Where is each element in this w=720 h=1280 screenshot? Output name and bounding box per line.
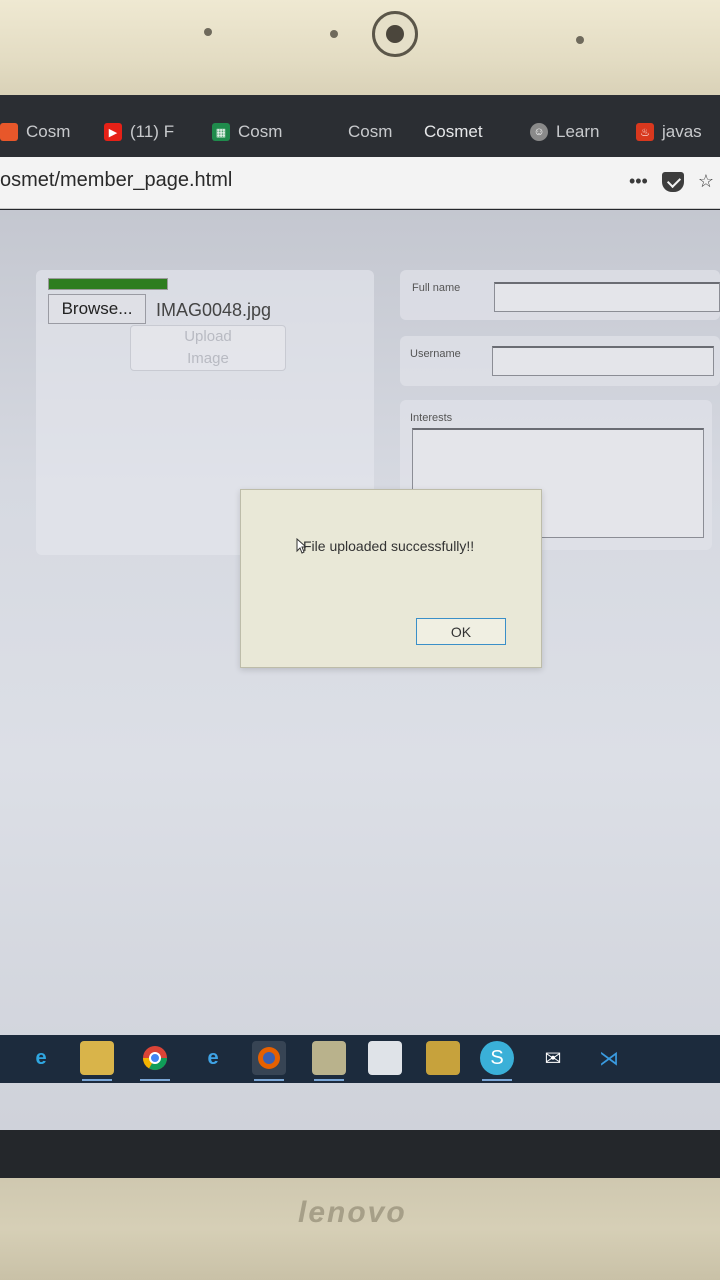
alert-dialog: File uploaded successfully!! OK [240,489,542,668]
brand-logo: lenovo [298,1196,407,1229]
internet-explorer-icon[interactable]: e [196,1041,230,1075]
upload-label-line2: Image [187,350,229,367]
tab-cosmet-sheet[interactable]: ▦ Cosm [212,117,286,147]
tab-label: Learn [556,122,600,141]
ok-button[interactable]: OK [416,618,506,645]
browser-tab-bar: Cosm ▶ (11) F ▦ Cosm Cosm Cosmet ☺ Learn… [0,95,720,157]
interests-label: Interests [410,412,453,424]
alert-message: File uploaded successfully!! [303,538,475,554]
java-icon: ♨ [636,123,654,141]
laptop-bezel-top [0,0,720,100]
laptop-bezel-bottom: lenovo [0,1178,720,1280]
edge-icon[interactable]: e [24,1041,58,1075]
fullname-input[interactable] [494,282,720,312]
firefox-icon[interactable] [252,1041,286,1081]
folder-icon[interactable] [368,1041,402,1075]
chrome-icon[interactable] [138,1041,172,1081]
tab-label: Cosm [348,122,392,141]
more-icon[interactable]: ••• [629,171,648,192]
upload-progress-bar [48,278,168,290]
selected-file-name: IMAG0048.jpg [156,300,272,320]
sensor-dot [576,36,584,44]
url-actions: ••• ☆ [629,171,714,192]
firefox-icon [0,123,18,141]
app-icon[interactable] [426,1041,460,1075]
youtube-icon: ▶ [104,123,122,141]
page-content: Browse... IMAG0048.jpg Upload Image Full… [0,210,720,1130]
address-bar[interactable]: osmet/member_page.html ••• ☆ [0,157,720,209]
star-icon[interactable]: ☆ [698,171,714,192]
tab-label: Cosm [26,122,71,141]
progress-fill [49,279,167,289]
username-row: Username [400,336,720,386]
tab-java[interactable]: ♨ javas [636,117,720,147]
notepad-icon[interactable] [312,1041,346,1081]
upload-label-line1: Upload [184,328,232,345]
fullname-row: Full name [400,270,720,320]
spreadsheet-icon: ▦ [212,123,230,141]
tab-cosmet-active[interactable]: Cosmet [424,117,504,147]
upload-image-button[interactable]: Upload Image [130,325,286,371]
tab-label: (11) F [130,122,175,141]
sensor-dot [204,28,212,36]
tab-cosmet-1[interactable]: Cosm [0,117,78,147]
username-label: Username [410,348,461,360]
screen: Cosm ▶ (11) F ▦ Cosm Cosm Cosmet ☺ Learn… [0,95,720,1178]
vscode-icon[interactable]: ⋊ [592,1041,626,1075]
skype-icon[interactable]: S [480,1041,514,1081]
tab-label: javas [662,122,702,141]
tab-youtube[interactable]: ▶ (11) F [104,117,182,147]
webcam-icon [372,11,418,57]
mail-icon[interactable]: ✉ [536,1041,570,1075]
browse-button[interactable]: Browse... [48,294,146,324]
tab-label: Cosm [238,122,283,141]
tab-cosmet-3[interactable]: Cosm [348,117,392,147]
windows-taskbar: e e S ✉ ⋊ [0,1035,720,1083]
tab-learn[interactable]: ☺ Learn [530,117,602,147]
file-explorer-icon[interactable] [80,1041,114,1081]
pocket-icon[interactable] [661,171,684,192]
url-text[interactable]: osmet/member_page.html [0,169,232,192]
username-input[interactable] [492,346,714,376]
tab-label: Cosmet [424,122,483,141]
face-icon: ☺ [530,123,548,141]
sensor-dot [330,30,338,38]
fullname-label: Full name [412,282,461,294]
